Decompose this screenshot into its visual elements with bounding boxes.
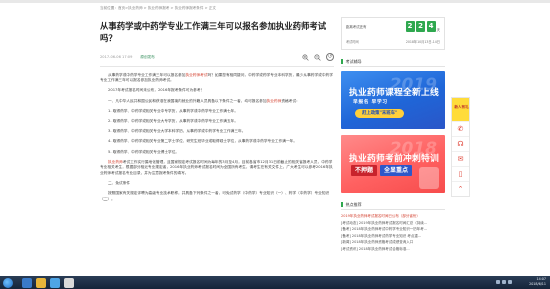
zoom-in-icon[interactable]	[302, 53, 309, 61]
app-icon[interactable]	[64, 277, 74, 288]
top-icon[interactable]: ⌃	[452, 181, 469, 196]
section-title: 热点推荐	[345, 201, 362, 207]
list-item: 5. 取得药学、中药学或相关专业博士学位。	[100, 150, 334, 156]
banner-subline: 早报名 早学习	[353, 100, 388, 105]
ie-icon[interactable]	[22, 277, 32, 288]
list-item[interactable]: [备考] 2018年执业药师考试中药学专业知识一历年考...	[341, 226, 445, 233]
article-source[interactable]: 原创发布	[140, 55, 154, 60]
paragraph-text: 3. 取得药学、中药学或相关专业大学本科学历，从事药学或中药学专业工作满三年。	[108, 129, 246, 134]
countdown-unit: 天	[436, 28, 440, 32]
publish-date: 2017-06-06 17:09	[100, 55, 133, 59]
paragraph-text: 2017年考试报名时间未公布，2016年报考条件可为参考！	[108, 88, 205, 93]
banner-headline: 执业药师课程全新上线	[349, 88, 439, 98]
paragraph: 从事药学或中药学专业工作满三年可以报名参加执业药师考试吗？如果您有相同疑问，中药…	[100, 73, 334, 84]
section-heading: 二、免试条件	[100, 181, 334, 187]
folder-icon[interactable]	[36, 277, 46, 288]
list-item[interactable]: [新闻] 2018年执业药师资格考试成绩查询入口	[341, 239, 445, 246]
exam-time-label: 考试时间	[346, 40, 359, 44]
print-icon[interactable]: ↺	[326, 53, 334, 61]
section-title: 考试辅导	[345, 58, 362, 64]
list-item: 4. 取得药学、中药学或相关专业第二学士学位、研究生班毕业或取得硕士学位，从事药…	[100, 139, 334, 145]
section-header-hot: 热点推荐	[341, 200, 445, 210]
paragraph-text: 一、凡中华人民共和国公民和获准在我国境内就业的外籍人员具备以下条件之一者，均可报…	[108, 98, 267, 103]
paragraph-text: 按照国家有关规定评聘为高级专业技术职称，并具备下列条件之一者，可免试药学（中药学…	[100, 191, 330, 201]
hot-recommend-list: 2019年执业药师考试报名时间已公布（部分省份） [考试动态] 2019年执业药…	[341, 213, 445, 253]
paragraph-text: 1. 取得药学、中药学或相关专业中专学历，从事药学或中药学专业工作满七年。	[108, 108, 239, 113]
paragraph-text: 资格考试：	[281, 98, 300, 103]
list-item: 1. 取得药学、中药学或相关专业中专学历，从事药学或中药学专业工作满七年。	[100, 109, 334, 115]
countdown-digit: 2	[405, 21, 415, 32]
list-item: 2. 取得药学、中药学或相关专业大专学历，从事药学或中药学专业工作满五年。	[100, 119, 334, 125]
list-item[interactable]: [考试动态] 2019年执业药师考试报名时间汇总（持续...	[341, 220, 445, 227]
exam-countdown: 距离考试还有 2 2 4 天 考试时间 2018年10月13日-14日	[341, 17, 445, 50]
list-item[interactable]: [备考] 2018年执业药师考试药学专业知识 考点重...	[341, 233, 445, 240]
breadcrumb[interactable]: 当前位置：首页>执业药师 > 执业药师报考 > 执业药师报考条件 > 正文	[100, 6, 216, 11]
paragraph: 执业药师考试工作实行属地化管理，且国家规定考试报名时间为每年的3月至4月，目前各…	[100, 160, 334, 177]
banner-cta-button[interactable]: 赶上政策"末班车"	[355, 109, 405, 118]
article-meta: 2017-06-06 17:09 原创发布 ↺	[100, 50, 334, 64]
article: 从事药学或中药学专业工作满三年可以报名参加执业药师考试吗？ 2017-06-06…	[100, 20, 334, 207]
divider	[100, 66, 334, 67]
article-body: 从事药学或中药学专业工作满三年可以报名参加执业药师考试吗？如果您有相同疑问，中药…	[100, 73, 334, 203]
mascot-illustration	[419, 167, 439, 189]
floating-service-bar: 新人有礼 ✆ ☊ ✉ ▯ ⌃	[451, 97, 470, 197]
article-tools: ↺	[302, 53, 334, 61]
paragraph-text: 二、免试条件	[108, 181, 131, 186]
system-tray	[496, 279, 512, 284]
zoom-out-icon[interactable]	[314, 53, 321, 61]
exam-time-value: 2018年10月13日-14日	[405, 40, 440, 44]
chat-icon[interactable]: ✉	[452, 151, 469, 166]
list-item: 3. 取得药学、中药学或相关专业大学本科学历，从事药学或中药学专业工作满三年。	[100, 129, 334, 135]
tray-icon[interactable]	[502, 279, 506, 284]
new-user-gift-button[interactable]: 新人有礼	[452, 98, 469, 121]
article-link[interactable]: 执业药师	[267, 99, 282, 103]
clock[interactable]: 14:07 2018/6/11	[529, 277, 546, 288]
page-title: 从事药学或中药学专业工作满三年可以报名参加执业药师考试吗？	[100, 21, 327, 43]
windows-taskbar: 14:07 2018/6/11	[0, 276, 550, 289]
paragraph: 按照国家有关规定评聘为高级专业技术职称，并具备下列条件之一者，可免试药学（中药学…	[100, 191, 334, 202]
list-item[interactable]: [考试资讯] 2018年执业药师考试合格标准...	[341, 246, 445, 253]
banner-pill-left: 不押题	[351, 165, 378, 176]
countdown-digit: 4	[426, 21, 436, 32]
countdown-digit: 2	[416, 21, 426, 32]
mobile-icon[interactable]: ▯	[452, 166, 469, 181]
clock-date: 2018/6/11	[529, 282, 546, 287]
paragraph-text: 考试工作实行属地化管理，且国家规定考试报名时间为每年的3月至4月，目前各省市12…	[100, 159, 333, 175]
countdown-label: 距离考试还有	[346, 25, 367, 29]
tray-icon[interactable]	[496, 279, 500, 284]
right-sidebar: 距离考试还有 2 2 4 天 考试时间 2018年10月13日-14日 考试辅导…	[341, 17, 445, 253]
phone-icon[interactable]: ✆	[452, 121, 469, 136]
paragraph-text: 5. 取得药学、中药学或相关专业博士学位。	[108, 149, 180, 154]
paragraph-text: 4. 取得药学、中药学或相关专业第二学士学位、研究生班毕业或取得硕士学位，从事药…	[108, 139, 298, 144]
paragraph-text: 2. 取得药学、中药学或相关专业大专学历，从事药学或中药学专业工作满五年。	[108, 118, 239, 123]
paragraph: 2017年考试报名时间未公布，2016年报考条件可为参考！	[100, 88, 334, 94]
countdown-digits: 2 2 4	[405, 21, 436, 32]
banner-headline: 执业药师考前冲刺特训	[349, 154, 439, 164]
sprint-promo-banner[interactable]: 2018 执业药师考前冲刺特训 不押题 全显重点	[341, 135, 445, 193]
gift-label: 新人有礼	[454, 105, 469, 109]
article-link[interactable]: 执业药师	[108, 160, 123, 164]
tray-icon[interactable]	[508, 279, 512, 284]
banner-pill-right: 全显重点	[380, 165, 413, 176]
paragraph-text: 从事药学或中药学专业工作满三年可以报名参加	[108, 72, 186, 77]
section-accent-bar	[341, 202, 343, 207]
paragraph: 一、凡中华人民共和国公民和获准在我国境内就业的外籍人员具备以下条件之一者，均可报…	[100, 99, 334, 105]
section-header-tutoring: 考试辅导	[341, 57, 445, 67]
browser-icon[interactable]	[50, 277, 60, 288]
list-item[interactable]: 2019年执业药师考试报名时间已公布（部分省份）	[341, 213, 445, 220]
section-accent-bar	[341, 59, 343, 64]
course-promo-banner[interactable]: 2019 执业药师课程全新上线 早报名 早学习 赶上政策"末班车"	[341, 71, 445, 129]
browser-top-strip	[0, 0, 550, 3]
article-link[interactable]: 执业药师考试	[185, 73, 207, 77]
start-button-icon[interactable]	[3, 277, 13, 288]
headset-icon[interactable]: ☊	[452, 136, 469, 151]
banner-pills: 不押题 全显重点	[351, 165, 413, 176]
